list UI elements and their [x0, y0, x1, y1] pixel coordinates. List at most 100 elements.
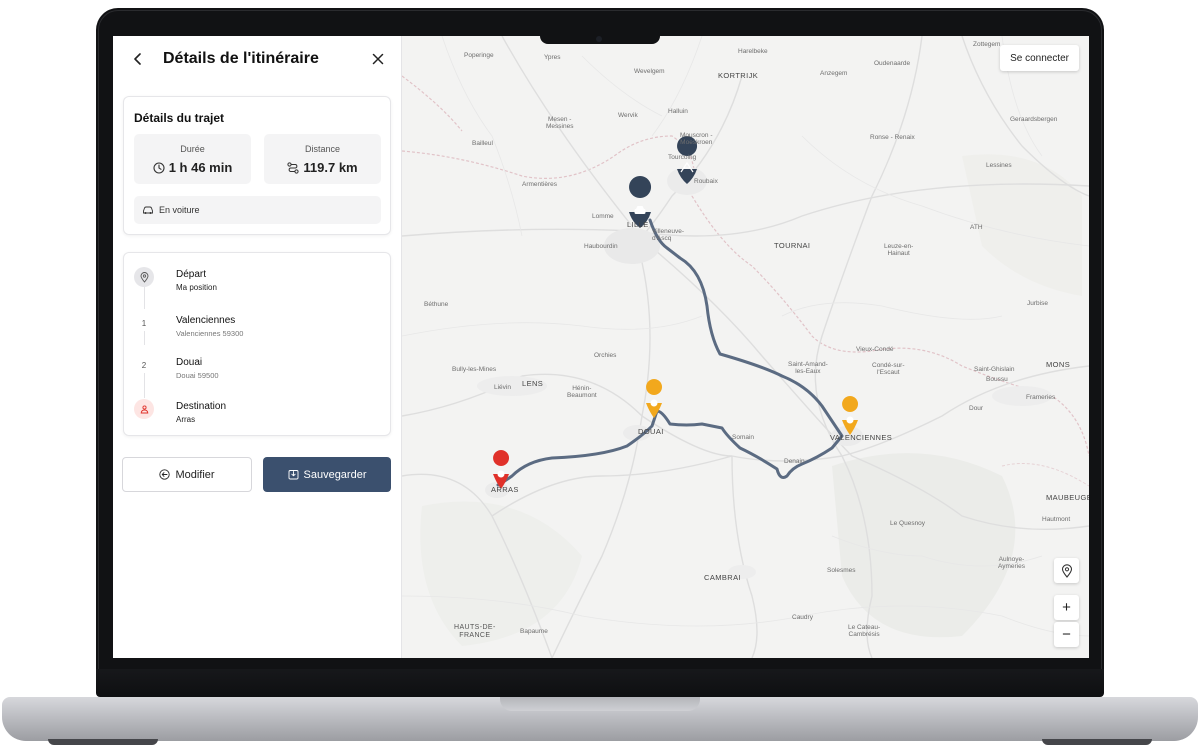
map-label-wevelgem: Wevelgem: [634, 68, 665, 75]
zoom-in-button[interactable]: +: [1054, 595, 1079, 620]
close-button[interactable]: [367, 48, 389, 70]
locate-button[interactable]: [1054, 558, 1079, 583]
step-label: Destination: [176, 401, 227, 412]
map-label-somain: Somain: [732, 434, 755, 441]
map-label-ath: ATH: [970, 224, 983, 231]
travel-mode-label: En voiture: [159, 205, 200, 215]
map-label-dour: Dour: [969, 405, 984, 412]
map-label-lomme: Lomme: [592, 213, 614, 220]
trip-details-heading: Détails du trajet: [134, 111, 225, 125]
map-label-halluin: Halluin: [668, 108, 688, 115]
map-label-ypres: Ypres: [544, 54, 561, 61]
step-marker-number: 2: [141, 360, 147, 370]
distance-label: Distance: [304, 144, 340, 154]
map-label-solesmes: Solesmes: [827, 567, 856, 574]
map-label-mesen: Mesen - Messines: [546, 116, 574, 131]
map-label-jurbise: Jurbise: [1027, 300, 1048, 307]
map-label-villeneuve: Villeneuve- d'Ascq: [652, 228, 685, 243]
map-label-zottegem: Zottegem: [973, 41, 1001, 48]
close-icon: [372, 53, 384, 65]
map-label-conde: Condé-sur- l'Escaut: [872, 362, 905, 377]
map-label-valenciennes: VALENCIENNES: [830, 433, 893, 442]
clock-icon: [153, 161, 165, 174]
map-label-vieux-conde: Vieux-Condé: [856, 346, 894, 353]
back-button[interactable]: [127, 48, 149, 70]
map-label-mouscron: Mouscron - Moeskroen: [680, 132, 713, 147]
map-label-lievin: Liévin: [494, 384, 511, 391]
step-waypoint-1[interactable]: 1 Valenciennes Valenciennes 59300: [134, 313, 374, 347]
map-label-henin: Hénin- Beaumont: [567, 385, 597, 400]
modify-button[interactable]: Modifier: [122, 457, 252, 492]
step-marker-number: 1: [141, 318, 147, 328]
map-label-le-quesnoy: Le Quesnoy: [890, 520, 926, 527]
map-label-bapaume: Bapaume: [520, 628, 548, 635]
step-destination[interactable]: Destination Arras: [134, 399, 374, 433]
duration-stat: Durée 1 h 46 min: [134, 134, 251, 184]
itinerary-steps-card: Départ Ma position 1 Valenciennes Valenc…: [123, 252, 391, 436]
map-label-boussu: Boussu: [986, 376, 1008, 383]
map-label-geraardsbergen: Geraardsbergen: [1010, 116, 1058, 123]
map-label-bethune: Béthune: [424, 301, 449, 308]
map-label-le-cateau: Le Cateau- Cambrésis: [848, 624, 881, 639]
step-waypoint-2[interactable]: 2 Douai Douai 59500: [134, 355, 374, 389]
map-label-tourcoing: Tourcoing: [668, 154, 697, 161]
map-label-douai: DOUAI: [638, 427, 664, 436]
step-label: Valenciennes: [176, 315, 236, 326]
map-label-leuze: Leuze-en- Hainaut: [884, 243, 914, 258]
map-label-mons: MONS: [1046, 360, 1071, 369]
map-label-lens: LENS: [522, 379, 544, 388]
map-label-haubourdin: Haubourdin: [584, 243, 618, 250]
itinerary-panel: Détails de l'itinéraire Détails du traje…: [113, 36, 402, 658]
map-label-lille: LILLE: [627, 220, 649, 229]
distance-value-row: 119.7 km: [264, 160, 381, 175]
laptop-base-notch: [500, 697, 700, 711]
modify-button-label: Modifier: [175, 468, 215, 481]
step-sub: Arras: [176, 415, 196, 424]
map-label-orchies: Orchies: [594, 352, 617, 359]
map-label-bully: Bully-les-Mines: [452, 366, 497, 373]
map-label-oudenaarde: Oudenaarde: [874, 60, 911, 67]
route-icon: [287, 161, 299, 174]
map-label-saint-amand: Saint-Amand- les-Eaux: [788, 361, 828, 376]
map-label-roubaix: Roubaix: [694, 178, 718, 185]
map-label-maubeuge: MAUBEUGE: [1046, 493, 1089, 502]
destination-person-icon: [140, 404, 148, 413]
step-marker-departure: [134, 267, 154, 287]
map-label-kortrijk: KORTRIJK: [718, 71, 759, 80]
map-label-caudry: Caudry: [792, 614, 813, 621]
step-sub: Douai 59500: [176, 371, 219, 380]
map-label-poperinge: Poperinge: [464, 52, 494, 59]
duration-label: Durée: [180, 144, 205, 154]
zoom-out-button[interactable]: −: [1054, 622, 1079, 647]
distance-value: 119.7 km: [303, 160, 358, 175]
duration-value-row: 1 h 46 min: [134, 160, 251, 175]
map-label-hautmont: Hautmont: [1042, 516, 1071, 523]
screen: Détails de l'itinéraire Détails du traje…: [113, 36, 1089, 658]
save-button[interactable]: Sauvegarder: [263, 457, 391, 492]
back-arrow-circle-icon: [159, 469, 171, 480]
laptop-chin: [96, 669, 1104, 697]
step-sub: Valenciennes 59300: [176, 329, 244, 338]
location-pin-icon: [140, 271, 148, 283]
save-icon: [288, 470, 298, 480]
location-pin-icon: [1061, 563, 1072, 578]
save-button-label: Sauvegarder: [303, 468, 367, 481]
map-label-cambrai: CAMBRAI: [704, 573, 741, 582]
map-label-saint-ghislain: Saint-Ghislain: [974, 366, 1015, 373]
trip-details-card: Détails du trajet Durée 1 h 46 min Dista…: [123, 96, 391, 235]
laptop-foot-right: [1042, 739, 1152, 745]
map-label-arras: ARRAS: [491, 485, 519, 494]
panel-header: Détails de l'itinéraire: [113, 36, 401, 82]
panel-title: Détails de l'itinéraire: [163, 50, 319, 67]
step-sub: Ma position: [176, 283, 217, 292]
car-icon: [143, 206, 153, 214]
duration-value: 1 h 46 min: [168, 160, 233, 175]
step-marker-destination: [134, 399, 154, 419]
chevron-left-icon: [134, 53, 141, 65]
step-departure[interactable]: Départ Ma position: [134, 267, 374, 301]
login-button[interactable]: Se connecter: [1000, 45, 1079, 71]
step-label: Douai: [176, 357, 203, 368]
map-label-region: HAUTS-DE- FRANCE: [454, 624, 496, 640]
map-label-armentieres: Armentières: [522, 181, 558, 188]
map-view[interactable]: Poperinge Ypres Wevelgem Harelbeke KORTR…: [402, 36, 1089, 658]
